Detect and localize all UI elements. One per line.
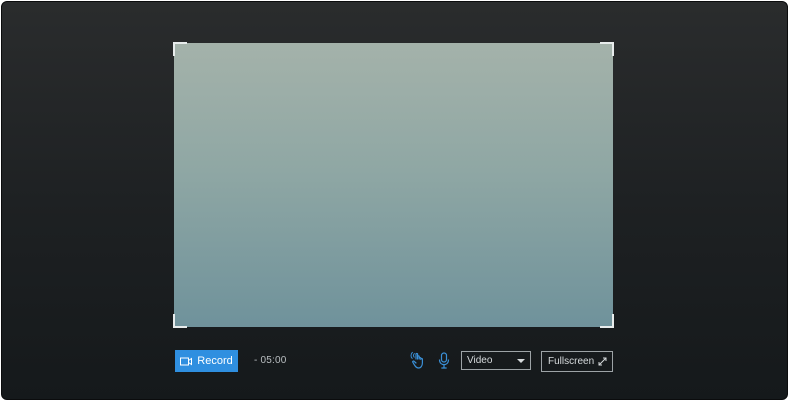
source-select[interactable]: Video bbox=[461, 351, 531, 370]
video-camera-icon bbox=[180, 357, 193, 366]
capture-area[interactable] bbox=[173, 42, 614, 328]
caret-down-icon bbox=[517, 359, 525, 363]
crop-handle-bottom-left[interactable] bbox=[173, 314, 187, 328]
fullscreen-label: Fullscreen bbox=[548, 356, 595, 367]
crop-handle-top-right[interactable] bbox=[600, 42, 614, 56]
record-button[interactable]: Record bbox=[175, 350, 238, 372]
source-select-value: Video bbox=[467, 355, 493, 366]
recorder-window: Record - 05:00 Video Fullscreen bbox=[1, 1, 788, 400]
crop-handle-top-left[interactable] bbox=[173, 42, 187, 56]
timer: - 05:00 bbox=[254, 355, 287, 366]
crop-handle-bottom-right[interactable] bbox=[600, 314, 614, 328]
fullscreen-button[interactable]: Fullscreen bbox=[541, 351, 613, 372]
microphone-icon[interactable] bbox=[437, 351, 451, 371]
hand-gesture-icon[interactable] bbox=[410, 351, 428, 371]
record-label: Record bbox=[197, 355, 233, 367]
